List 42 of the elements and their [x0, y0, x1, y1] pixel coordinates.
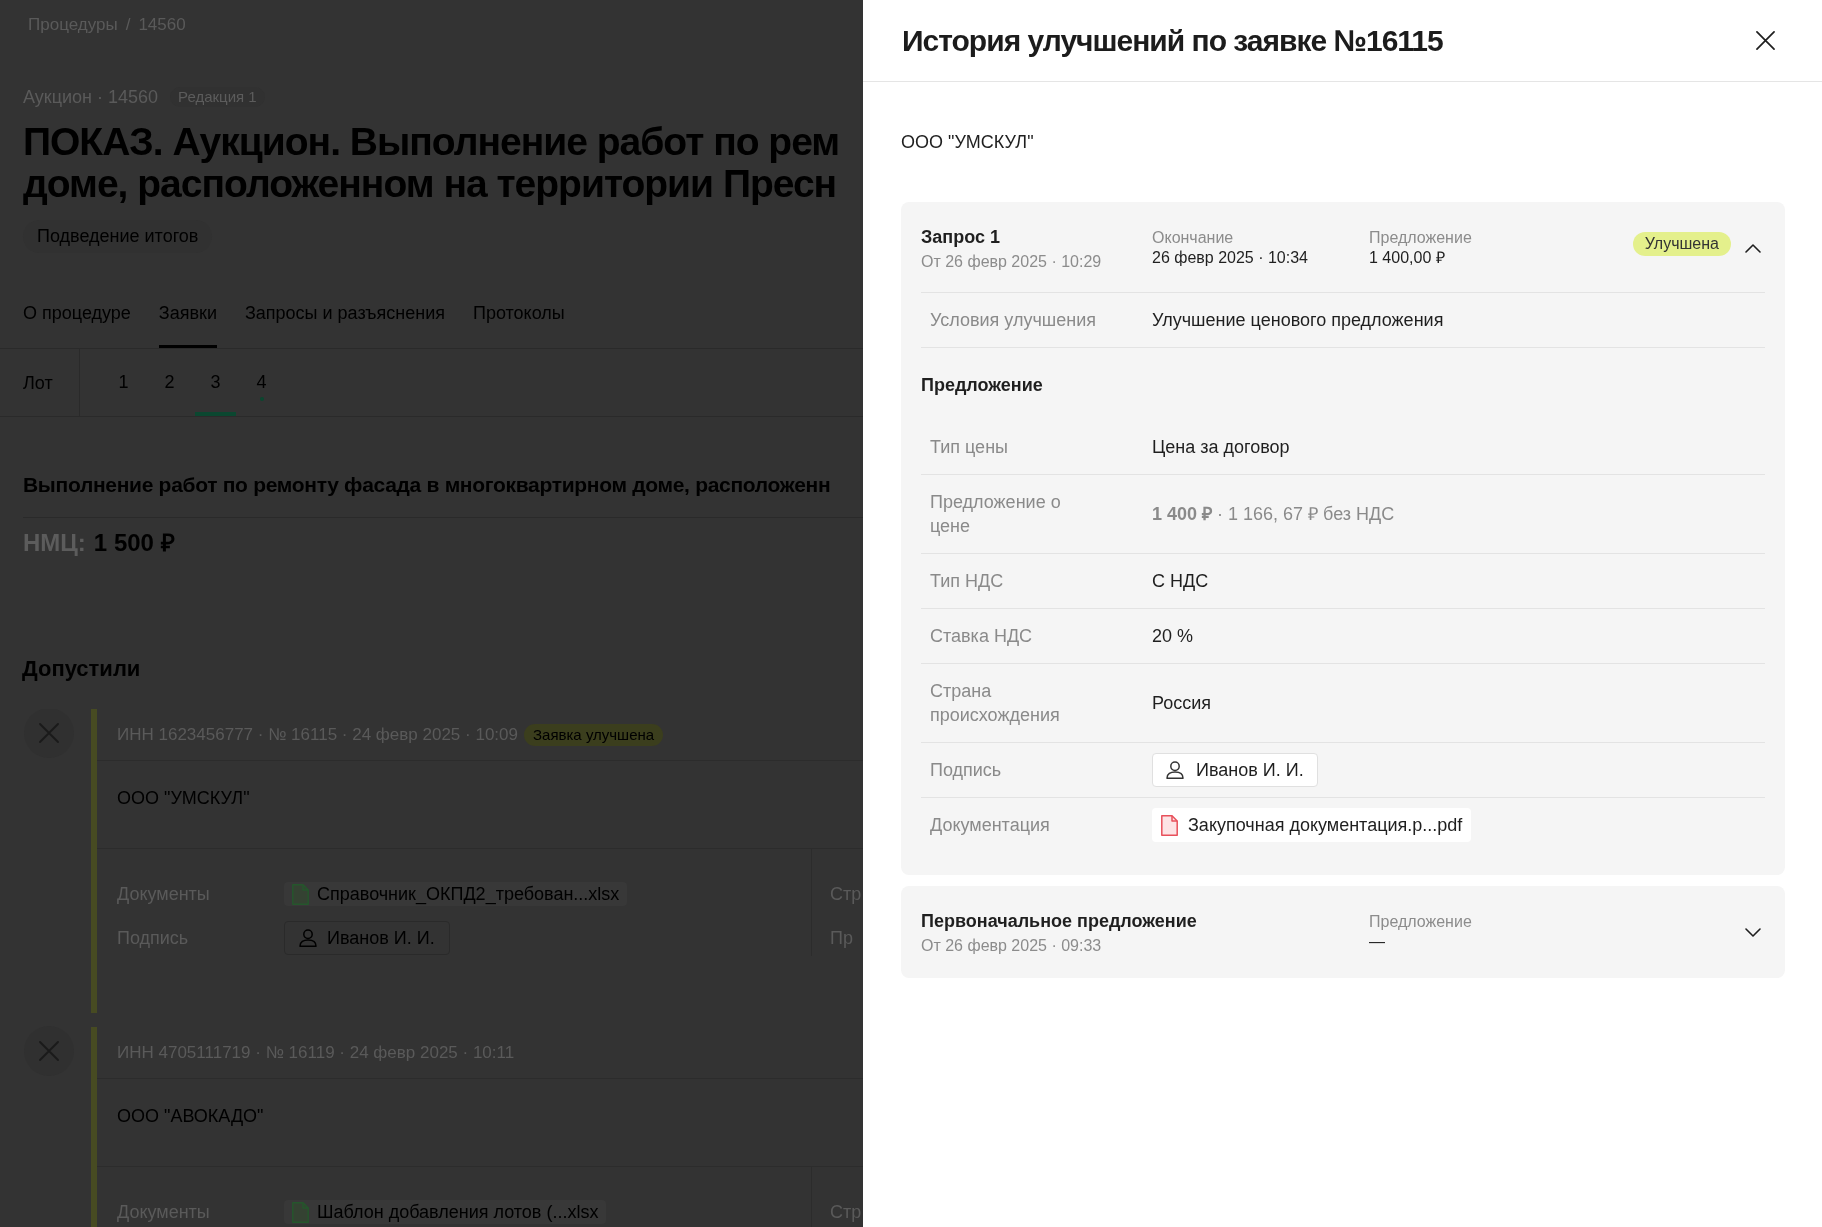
file-chip[interactable]: Справочник_ОКПД2_требован...xlsx [284, 882, 628, 906]
chevron-up-icon [1745, 243, 1761, 253]
file-icon [292, 1201, 309, 1223]
signer-chip: Иванов И. И. [1152, 753, 1318, 787]
field-label: Предложение о цене [930, 492, 1061, 536]
field-label: Страна происхождения [930, 681, 1060, 725]
request-title: Первоначальное предложение [921, 910, 1197, 932]
price-value: 1 400 ₽ · 1 166, 67 ₽ без НДС [1152, 503, 1395, 526]
chevron-down-icon [1745, 927, 1761, 937]
person-icon [299, 929, 317, 947]
file-chip[interactable]: Закупочная документация.р...pdf [1152, 808, 1472, 842]
request-date: От 26 февр 2025 · 09:33 [921, 936, 1102, 956]
field-value: С НДС [1152, 570, 1209, 593]
breadcrumb-separator: / [125, 14, 131, 36]
file-icon [292, 883, 309, 905]
status-badge: Улучшена [1632, 232, 1731, 256]
section-heading: Предложение [921, 375, 1043, 395]
field-label: Условия улучшения [930, 310, 1096, 330]
column-label: Предложение [1369, 228, 1472, 248]
field-label: Тип цены [930, 437, 1008, 457]
field-value: Россия [1152, 692, 1212, 715]
field-value: Цена за договор [1152, 436, 1290, 459]
drawer-title: История улучшений по заявке №16115 [902, 22, 1443, 59]
field-label: Подпись [930, 760, 1002, 780]
company-name: ООО "УМСКУЛ" [901, 131, 1034, 153]
field-label: Ставка НДС [930, 626, 1033, 646]
file-chip[interactable]: Шаблон добавления лотов (...xlsx [284, 1200, 607, 1224]
close-icon [1755, 31, 1775, 50]
status-badge: Заявка улучшена [524, 723, 664, 746]
field-value: Улучшение ценового предложения [1152, 309, 1444, 332]
field-value: 20 % [1152, 625, 1194, 648]
column-value: 26 февр 2025 · 10:34 [1152, 248, 1308, 268]
file-icon [1161, 814, 1178, 836]
field-label: Тип НДС [930, 571, 1004, 591]
request-date: От 26 февр 2025 · 10:29 [921, 252, 1102, 272]
request-title: Запрос 1 [921, 226, 1000, 248]
column-value: — [1369, 932, 1385, 952]
column-label: Предложение [1369, 912, 1472, 932]
column-label: Окончание [1152, 228, 1234, 248]
field-label: Документация [930, 815, 1050, 835]
column-value: 1 400,00 ₽ [1369, 248, 1445, 268]
person-icon [1166, 761, 1184, 779]
